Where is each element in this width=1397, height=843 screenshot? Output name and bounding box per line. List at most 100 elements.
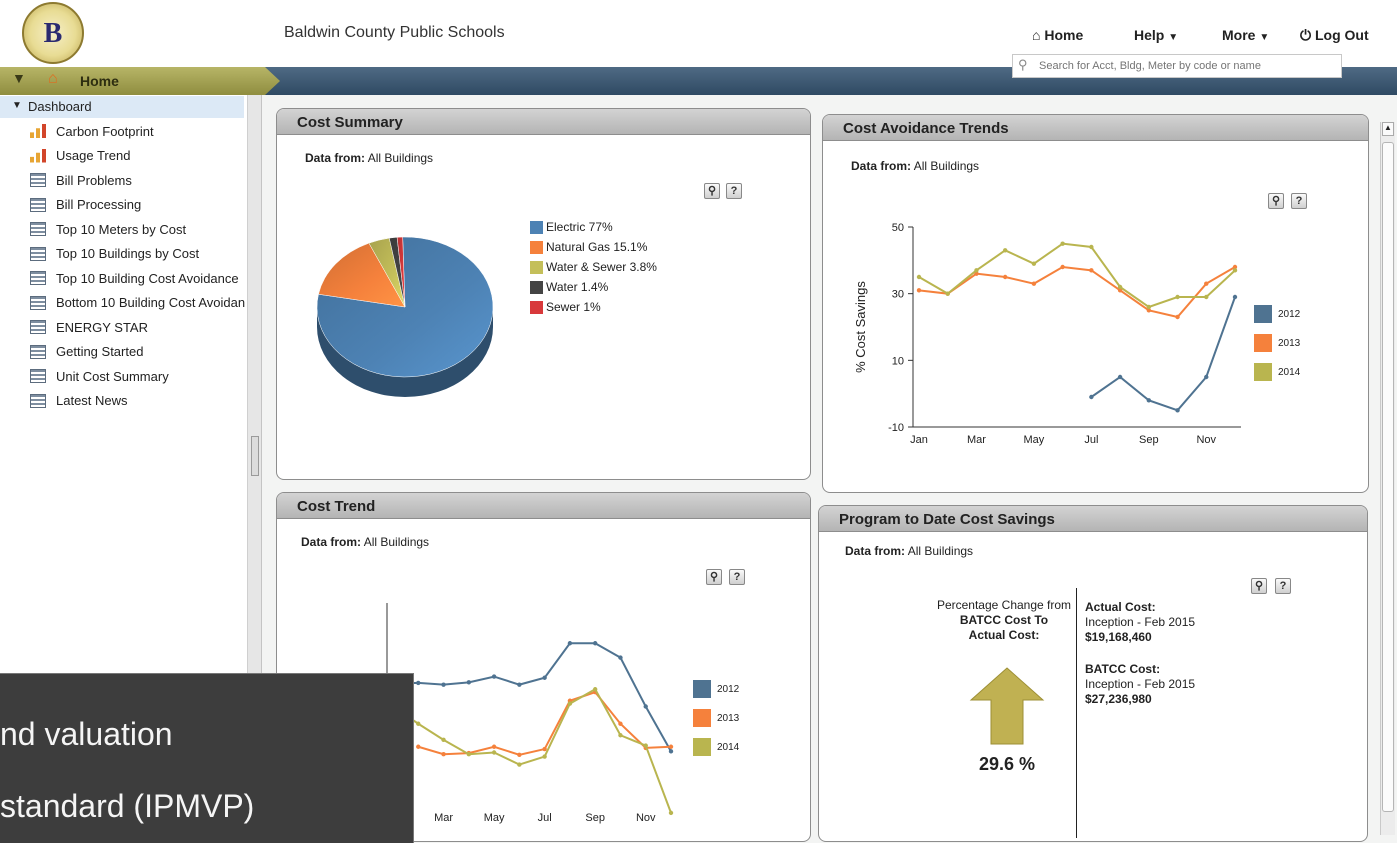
expand-triangle-icon[interactable]: ▼: [12, 100, 22, 111]
legend-item: 2012: [1254, 305, 1300, 323]
data-point: [1089, 244, 1094, 250]
zoom-icon[interactable]: ⚲: [704, 183, 720, 199]
legend-item: Sewer 1%: [530, 300, 601, 314]
sidebar-item[interactable]: Carbon Footprint: [30, 121, 154, 141]
help-icon[interactable]: ?: [1291, 193, 1307, 209]
table-icon: [30, 222, 46, 236]
zoom-icon[interactable]: ⚲: [706, 569, 722, 585]
chevron-down-icon: ▼: [1168, 32, 1179, 43]
sidebar-item[interactable]: Unit Cost Summary: [30, 366, 169, 386]
y-tick-label: 30: [892, 289, 904, 301]
zoom-icon[interactable]: ⚲: [1251, 578, 1267, 594]
cost-avoidance-panel: Cost Avoidance Trends Data from: All Bui…: [822, 114, 1369, 493]
legend-label: 2013: [717, 712, 740, 724]
sidebar-item[interactable]: ENERGY STAR: [30, 317, 148, 337]
data-point: [441, 737, 446, 743]
data-point: [416, 721, 421, 726]
legend-label: 2012: [717, 683, 740, 695]
table-icon: [30, 344, 46, 359]
y-axis-label: % Cost Savings: [853, 281, 868, 373]
nav-logout-link[interactable]: ⏻ Log Out: [1300, 27, 1369, 44]
cost-summary-panel: Cost Summary Data from: All Buildings ⚲ …: [276, 108, 811, 480]
batcc-cost-block: BATCC Cost: Inception - Feb 2015 $27,236…: [1085, 662, 1195, 707]
data-from-value: All Buildings: [913, 159, 980, 173]
data-point: [1117, 284, 1123, 290]
sidebar-item[interactable]: Bill Problems: [30, 170, 132, 190]
x-tick-label: May: [1024, 434, 1045, 446]
nav-more-menu[interactable]: More ▼: [1222, 27, 1269, 43]
scroll-up-icon[interactable]: ▲: [1382, 122, 1394, 136]
sidebar-section-label: Dashboard: [28, 99, 92, 114]
data-source: Data from: All Buildings: [305, 151, 433, 165]
help-icon[interactable]: ?: [1275, 578, 1291, 594]
data-point: [945, 291, 950, 296]
data-point: [491, 744, 497, 749]
sidebar-item[interactable]: Usage Trend: [30, 146, 130, 166]
x-tick-label: Jul: [538, 812, 552, 824]
legend-label: Sewer 1%: [546, 300, 601, 314]
zoom-icon[interactable]: ⚲: [1268, 193, 1284, 209]
scroll-thumb[interactable]: [1382, 142, 1394, 812]
y-tick-label: 50: [892, 222, 904, 234]
y-tick-label: -10: [888, 422, 904, 434]
sidebar-item[interactable]: Bottom 10 Building Cost Avoidan: [30, 293, 245, 313]
sidebar-item-label: ENERGY STAR: [56, 319, 148, 335]
cost-avoidance-line-chart: -10 10 30 50 Jan Mar May Jul Sep Nov % Cost Saving…: [853, 222, 1241, 446]
panel-title: Cost Trend: [277, 493, 810, 519]
x-tick-label: Nov: [636, 812, 656, 824]
x-tick-label: Sep: [1139, 434, 1159, 446]
data-point: [517, 762, 522, 767]
caption-line: standard (IPMVP): [0, 788, 255, 824]
sidebar-item[interactable]: Latest News: [30, 391, 128, 411]
data-point: [466, 680, 472, 685]
sidebar-item[interactable]: Getting Started: [30, 342, 143, 362]
power-icon: ⏻: [1300, 27, 1312, 43]
legend-swatch: [693, 709, 711, 727]
legend-swatch: [530, 260, 543, 274]
panel-title: Program to Date Cost Savings: [819, 506, 1367, 532]
search-input[interactable]: [1012, 54, 1342, 78]
data-point: [1232, 268, 1238, 273]
legend-item: Water 1.4%: [530, 280, 608, 294]
sidebar-item[interactable]: Bill Processing: [30, 195, 141, 215]
nav-help-menu[interactable]: Help ▼: [1134, 27, 1178, 43]
home-breadcrumb-tab[interactable]: [0, 67, 280, 95]
legend-swatch: [530, 220, 543, 234]
x-tick-label: Mar: [967, 434, 986, 446]
sidebar-item-label: Carbon Footprint: [56, 123, 154, 139]
data-point: [618, 721, 623, 726]
data-source: Data from: All Buildings: [851, 159, 979, 173]
nav-home-link[interactable]: ⌂ Home: [1032, 27, 1083, 43]
help-icon[interactable]: ?: [726, 183, 742, 199]
data-from-label: Data from:: [301, 535, 362, 549]
sidebar-item-label: Unit Cost Summary: [56, 368, 169, 384]
data-point: [1175, 314, 1180, 320]
data-point: [1175, 294, 1180, 300]
collapse-arrow-icon[interactable]: ▼: [12, 70, 26, 86]
main-scrollbar[interactable]: ▲: [1380, 122, 1395, 835]
data-point: [1232, 294, 1238, 300]
splitter-grip-handle[interactable]: [251, 436, 259, 476]
table-icon: [30, 246, 46, 261]
legend-label: Water & Sewer 3.8%: [546, 260, 657, 274]
data-point: [916, 288, 922, 293]
help-icon[interactable]: ?: [729, 569, 745, 585]
sidebar-item[interactable]: Top 10 Building Cost Avoidance: [30, 268, 239, 288]
program-savings-panel: Program to Date Cost Savings Data from: …: [818, 505, 1368, 842]
data-source: Data from: All Buildings: [301, 535, 429, 549]
nav-more-label: More: [1222, 27, 1256, 43]
home-icon: ⌂: [1032, 27, 1041, 43]
data-point: [441, 682, 446, 687]
sidebar-item[interactable]: Top 10 Meters by Cost: [30, 219, 186, 239]
legend-swatch: [1254, 363, 1272, 381]
pct-change-label: Percentage Change from BATCC Cost To Act…: [929, 598, 1079, 643]
table-icon: [30, 320, 46, 334]
school-seal-logo[interactable]: B: [22, 2, 84, 64]
sidebar-item-label: Latest News: [56, 393, 128, 408]
sidebar-item[interactable]: Top 10 Buildings by Cost: [30, 244, 199, 264]
data-point: [542, 675, 547, 680]
legend-label: Electric 77%: [546, 220, 613, 234]
data-point: [618, 655, 623, 660]
data-point: [1204, 294, 1209, 300]
data-point: [567, 641, 573, 646]
